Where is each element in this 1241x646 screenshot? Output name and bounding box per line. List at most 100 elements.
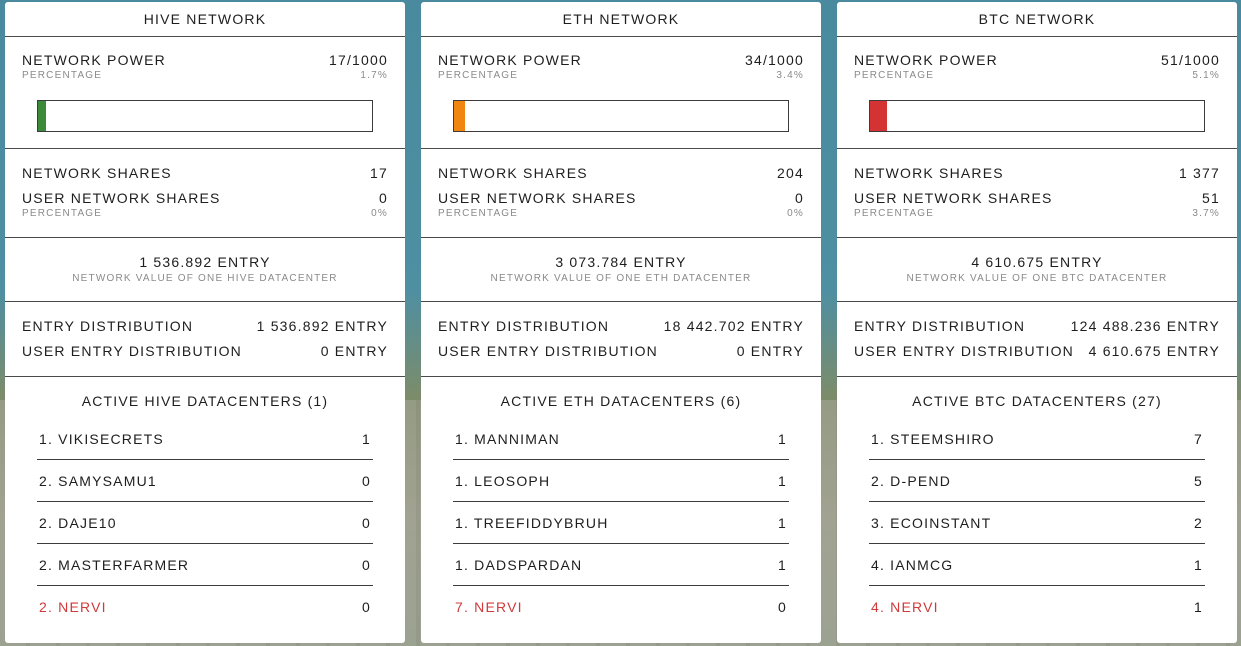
datacenter-count: 1 — [1194, 599, 1203, 615]
percentage-label: PERCENTAGE — [854, 70, 935, 81]
current-user-datacenter-row: 2. NERVI 0 — [37, 586, 373, 628]
active-datacenters-title: ACTIVE BTC DATACENTERS (27) — [912, 393, 1162, 409]
datacenter-count: 0 — [362, 556, 371, 573]
user-entry-distribution-label: USER ENTRY DISTRIBUTION — [854, 343, 1074, 359]
datacenter-value-label: NETWORK VALUE OF ONE ETH DATACENTER — [490, 273, 752, 284]
datacenter-row: 1. TREEFIDDYBRUH 1 — [453, 502, 789, 544]
datacenter-count: 1 — [778, 472, 787, 489]
active-datacenters-title: ACTIVE HIVE DATACENTERS (1) — [81, 393, 329, 409]
user-network-shares-label: USER NETWORK SHARES — [854, 190, 1053, 206]
network-power-bar-fill — [454, 101, 466, 131]
user-network-shares-label: USER NETWORK SHARES — [22, 190, 221, 206]
network-power-bar — [37, 100, 373, 132]
network-power-value: 51/1000 — [1160, 52, 1220, 68]
active-datacenters-title: ACTIVE ETH DATACENTERS (6) — [500, 393, 742, 409]
datacenter-row: 2. SAMYSAMU1 0 — [37, 460, 373, 502]
datacenter-value-section: 4 610.675 ENTRY NETWORK VALUE OF ONE BTC… — [837, 238, 1237, 302]
datacenter-row: 3. ECOINSTANT 2 — [869, 502, 1205, 544]
datacenter-value-section: 1 536.892 ENTRY NETWORK VALUE OF ONE HIV… — [5, 238, 405, 302]
datacenter-count: 5 — [1194, 472, 1203, 489]
network-power-value: 34/1000 — [744, 52, 804, 68]
entry-distribution-section: ENTRY DISTRIBUTION 1 536.892 ENTRY USER E… — [5, 302, 405, 377]
datacenter-count: 1 — [778, 556, 787, 573]
datacenter-count: 1 — [1194, 556, 1203, 573]
network-power-section: NETWORK POWER 34/1000 PERCENTAGE 3.4% — [421, 37, 821, 149]
network-power-label: NETWORK POWER — [22, 52, 166, 68]
datacenter-row: 2. MASTERFARMER 0 — [37, 544, 373, 586]
datacenter-name: 1. DADSPARDAN — [455, 556, 583, 573]
hive-network-card: HIVE NETWORK NETWORK POWER 17/1000 PERCEN… — [5, 2, 405, 643]
datacenter-count: 2 — [1194, 514, 1203, 531]
network-power-bar — [869, 100, 1205, 132]
datacenter-name: 2. NERVI — [39, 599, 107, 615]
percentage-label: PERCENTAGE — [22, 208, 103, 219]
network-shares-label: NETWORK SHARES — [854, 165, 1004, 181]
user-entry-distribution-label: USER ENTRY DISTRIBUTION — [438, 343, 658, 359]
network-power-percentage: 5.1% — [1192, 70, 1220, 81]
datacenter-name: 1. VIKISECRETS — [39, 430, 164, 447]
percentage-label: PERCENTAGE — [438, 70, 519, 81]
active-datacenters-section: ACTIVE BTC DATACENTERS (27) 1. STEEMSHIR… — [837, 377, 1237, 628]
user-entry-distribution-value: 0 ENTRY — [320, 343, 388, 359]
entry-distribution-section: ENTRY DISTRIBUTION 18 442.702 ENTRY USER … — [421, 302, 821, 377]
datacenter-name: 2. DAJE10 — [39, 514, 117, 531]
network-power-label: NETWORK POWER — [854, 52, 998, 68]
entry-distribution-label: ENTRY DISTRIBUTION — [438, 318, 610, 334]
percentage-label: PERCENTAGE — [854, 208, 935, 219]
network-shares-section: NETWORK SHARES 17 USER NETWORK SHARES 0 PE… — [5, 149, 405, 238]
network-power-bar-fill — [870, 101, 888, 131]
network-power-section: NETWORK POWER 51/1000 PERCENTAGE 5.1% — [837, 37, 1237, 149]
entry-distribution-value: 18 442.702 ENTRY — [663, 318, 804, 334]
btc-network-card: BTC NETWORK NETWORK POWER 51/1000 PERCENT… — [837, 2, 1237, 643]
datacenter-value-label: NETWORK VALUE OF ONE BTC DATACENTER — [906, 273, 1168, 284]
network-power-label: NETWORK POWER — [438, 52, 582, 68]
datacenter-name: 7. NERVI — [455, 599, 523, 615]
entry-distribution-section: ENTRY DISTRIBUTION 124 488.236 ENTRY USER… — [837, 302, 1237, 377]
network-shares-section: NETWORK SHARES 1 377 USER NETWORK SHARES 5… — [837, 149, 1237, 238]
card-title: BTC NETWORK — [837, 2, 1237, 37]
datacenter-value-label: NETWORK VALUE OF ONE HIVE DATACENTER — [72, 273, 338, 284]
datacenter-name: 2. D-PEND — [871, 472, 952, 489]
datacenter-name: 4. NERVI — [871, 599, 939, 615]
network-power-section: NETWORK POWER 17/1000 PERCENTAGE 1.7% — [5, 37, 405, 149]
user-entry-distribution-value: 4 610.675 ENTRY — [1088, 343, 1220, 359]
network-shares-label: NETWORK SHARES — [22, 165, 172, 181]
network-shares-value: 1 377 — [1178, 165, 1220, 181]
percentage-label: PERCENTAGE — [438, 208, 519, 219]
datacenter-count: 0 — [362, 514, 371, 531]
active-datacenters-section: ACTIVE ETH DATACENTERS (6) 1. MANNIMAN 1 … — [421, 377, 821, 628]
user-shares-percentage: 0% — [787, 208, 804, 219]
datacenter-name: 1. MANNIMAN — [455, 430, 560, 447]
network-power-percentage: 1.7% — [360, 70, 388, 81]
datacenter-row: 1. LEOSOPH 1 — [453, 460, 789, 502]
datacenter-count: 1 — [362, 430, 371, 447]
network-shares-value: 204 — [777, 165, 804, 181]
datacenter-row: 4. IANMCG 1 — [869, 544, 1205, 586]
datacenter-value: 1 536.892 ENTRY — [139, 254, 271, 270]
datacenter-name: 3. ECOINSTANT — [871, 514, 992, 531]
user-network-shares-value: 51 — [1202, 190, 1220, 206]
user-shares-percentage: 0% — [371, 208, 388, 219]
entry-distribution-label: ENTRY DISTRIBUTION — [854, 318, 1026, 334]
user-entry-distribution-label: USER ENTRY DISTRIBUTION — [22, 343, 242, 359]
datacenter-name: 1. LEOSOPH — [455, 472, 551, 489]
active-datacenters-section: ACTIVE HIVE DATACENTERS (1) 1. VIKISECRE… — [5, 377, 405, 628]
datacenter-count: 0 — [778, 599, 787, 615]
datacenter-row: 1. VIKISECRETS 1 — [37, 418, 373, 460]
datacenter-count: 1 — [778, 514, 787, 531]
user-network-shares-value: 0 — [795, 190, 804, 206]
entry-distribution-value: 124 488.236 ENTRY — [1070, 318, 1220, 334]
datacenter-count: 0 — [362, 599, 371, 615]
network-shares-label: NETWORK SHARES — [438, 165, 588, 181]
user-network-shares-label: USER NETWORK SHARES — [438, 190, 637, 206]
network-power-bar-fill — [38, 101, 47, 131]
datacenter-row: 1. DADSPARDAN 1 — [453, 544, 789, 586]
datacenter-value: 3 073.784 ENTRY — [555, 254, 687, 270]
datacenter-count: 7 — [1194, 430, 1203, 447]
network-shares-value: 17 — [370, 165, 388, 181]
entry-distribution-value: 1 536.892 ENTRY — [256, 318, 388, 334]
eth-network-card: ETH NETWORK NETWORK POWER 34/1000 PERCENT… — [421, 2, 821, 643]
datacenter-row: 1. MANNIMAN 1 — [453, 418, 789, 460]
datacenter-row: 2. D-PEND 5 — [869, 460, 1205, 502]
datacenter-name: 1. TREEFIDDYBRUH — [455, 514, 609, 531]
